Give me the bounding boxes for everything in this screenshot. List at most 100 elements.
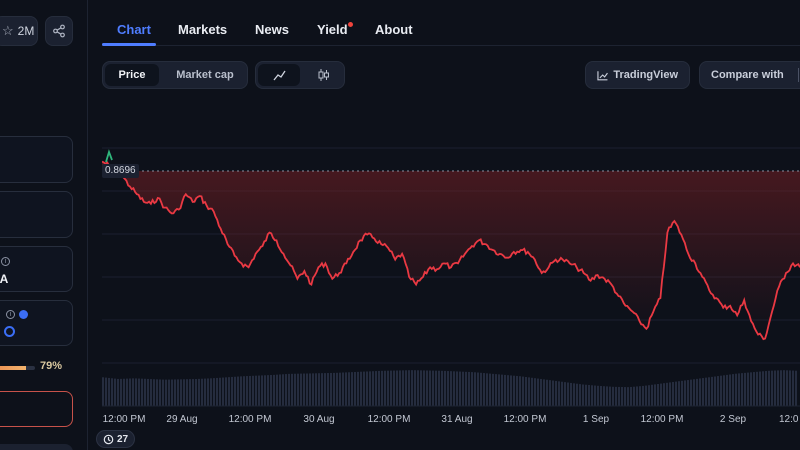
volume-bar [381, 370, 383, 406]
verified-icon [19, 310, 28, 319]
volume-bar [747, 372, 749, 406]
volume-bar [504, 374, 506, 406]
line-chart-button[interactable] [258, 64, 300, 86]
tab-news[interactable]: News [255, 22, 289, 37]
volume-bar [603, 386, 605, 406]
tab-about[interactable]: About [375, 22, 413, 37]
volume-bar [153, 379, 155, 406]
x-axis-label: 12:00 PM [640, 414, 684, 425]
volume-bar [786, 370, 788, 406]
volume-bar [378, 370, 380, 406]
price-chart-svg[interactable] [101, 100, 800, 450]
volume-bar [120, 378, 122, 406]
volume-bar [141, 378, 143, 406]
history-badge[interactable]: 27 [96, 430, 136, 448]
x-axis-label: 1 Sep [582, 414, 610, 425]
volume-bar [408, 370, 410, 406]
volume-bar [573, 383, 575, 406]
volume-bar [627, 387, 629, 406]
volume-bar [585, 384, 587, 406]
tab-chart[interactable]: Chart [117, 22, 151, 37]
volume-bar [510, 375, 512, 406]
volume-bar [210, 378, 212, 406]
volume-bar [516, 375, 518, 406]
volume-bar [450, 371, 452, 406]
market-cap-button[interactable]: Market cap [163, 64, 247, 86]
volume-bar [486, 373, 488, 406]
stat-card [0, 136, 73, 183]
tab-markets[interactable]: Markets [178, 22, 227, 37]
volume-bar [540, 378, 542, 406]
volume-bar [147, 378, 149, 406]
volume-bar [420, 370, 422, 406]
volume-bar [705, 377, 707, 406]
volume-bar [492, 373, 494, 406]
volume-bar [555, 380, 557, 406]
watchlist-button[interactable]: ☆ 2M [0, 16, 38, 46]
volume-bar [750, 372, 752, 406]
volume-bar [348, 372, 350, 406]
info-icon[interactable]: i [1, 257, 10, 266]
volume-bar [198, 378, 200, 406]
price-chart[interactable]: 0.8696 12:00 PM 29 Aug 12:00 PM 30 Aug 12:00… [101, 100, 800, 450]
volume-bar [630, 386, 632, 406]
volume-bar [363, 371, 365, 406]
line-chart-icon [272, 70, 286, 80]
volume-bar [774, 370, 776, 406]
volume-bar [726, 374, 728, 406]
volume-bar [435, 370, 437, 406]
bottom-card[interactable] [0, 444, 73, 450]
volume-bar [720, 375, 722, 406]
volume-bar [669, 382, 671, 406]
volume-bar [588, 385, 590, 406]
volume-bar [594, 385, 596, 406]
volume-bar [543, 379, 545, 406]
stat-card: B [0, 191, 73, 238]
volume-bar [300, 373, 302, 406]
volume-bar [648, 385, 650, 406]
volume-bar [126, 378, 128, 406]
progress-fill [0, 366, 26, 370]
share-button[interactable] [45, 16, 73, 46]
volume-bar [189, 379, 191, 406]
volume-bar [780, 370, 782, 406]
volume-bar [150, 379, 152, 406]
volume-bar [513, 375, 515, 406]
volume-bar [261, 375, 263, 406]
volume-bar [684, 380, 686, 406]
volume-bar [582, 384, 584, 406]
volume-bar [276, 374, 278, 406]
watchlist-count: 2M [17, 24, 35, 38]
volume-bar [168, 379, 170, 406]
candlestick-button[interactable] [302, 64, 344, 86]
progress-label: 79% [40, 360, 63, 372]
volume-bar [327, 373, 329, 406]
volume-bar [792, 370, 794, 406]
compare-with-button[interactable]: Compare with [699, 61, 800, 89]
volume-bar [600, 386, 602, 406]
volume-bar [657, 383, 659, 406]
volume-bar [177, 379, 179, 406]
price-button[interactable]: Price [105, 64, 159, 86]
volume-bar [207, 378, 209, 406]
highlight-card[interactable] [0, 391, 73, 427]
volume-bar [267, 375, 269, 406]
volume-bar [351, 372, 353, 406]
volume-bar [357, 371, 359, 406]
x-axis-label: 2 Sep [719, 414, 747, 425]
volume-bar [288, 373, 290, 406]
volume-bar [135, 378, 137, 406]
volume-bar [156, 379, 158, 406]
tradingview-label: TradingView [613, 69, 678, 81]
info-icon[interactable]: i [6, 310, 15, 319]
volume-bar [417, 370, 419, 406]
tab-yield[interactable]: Yield [317, 22, 348, 37]
star-icon: ☆ [2, 23, 14, 38]
volume-bar [165, 379, 167, 406]
tradingview-button[interactable]: TradingView [585, 61, 690, 89]
volume-bar [609, 386, 611, 406]
volume-bar [639, 386, 641, 406]
x-axis-label: 12:00 PM [102, 414, 146, 425]
volume-bar [471, 372, 473, 406]
volume-bar [114, 378, 116, 406]
